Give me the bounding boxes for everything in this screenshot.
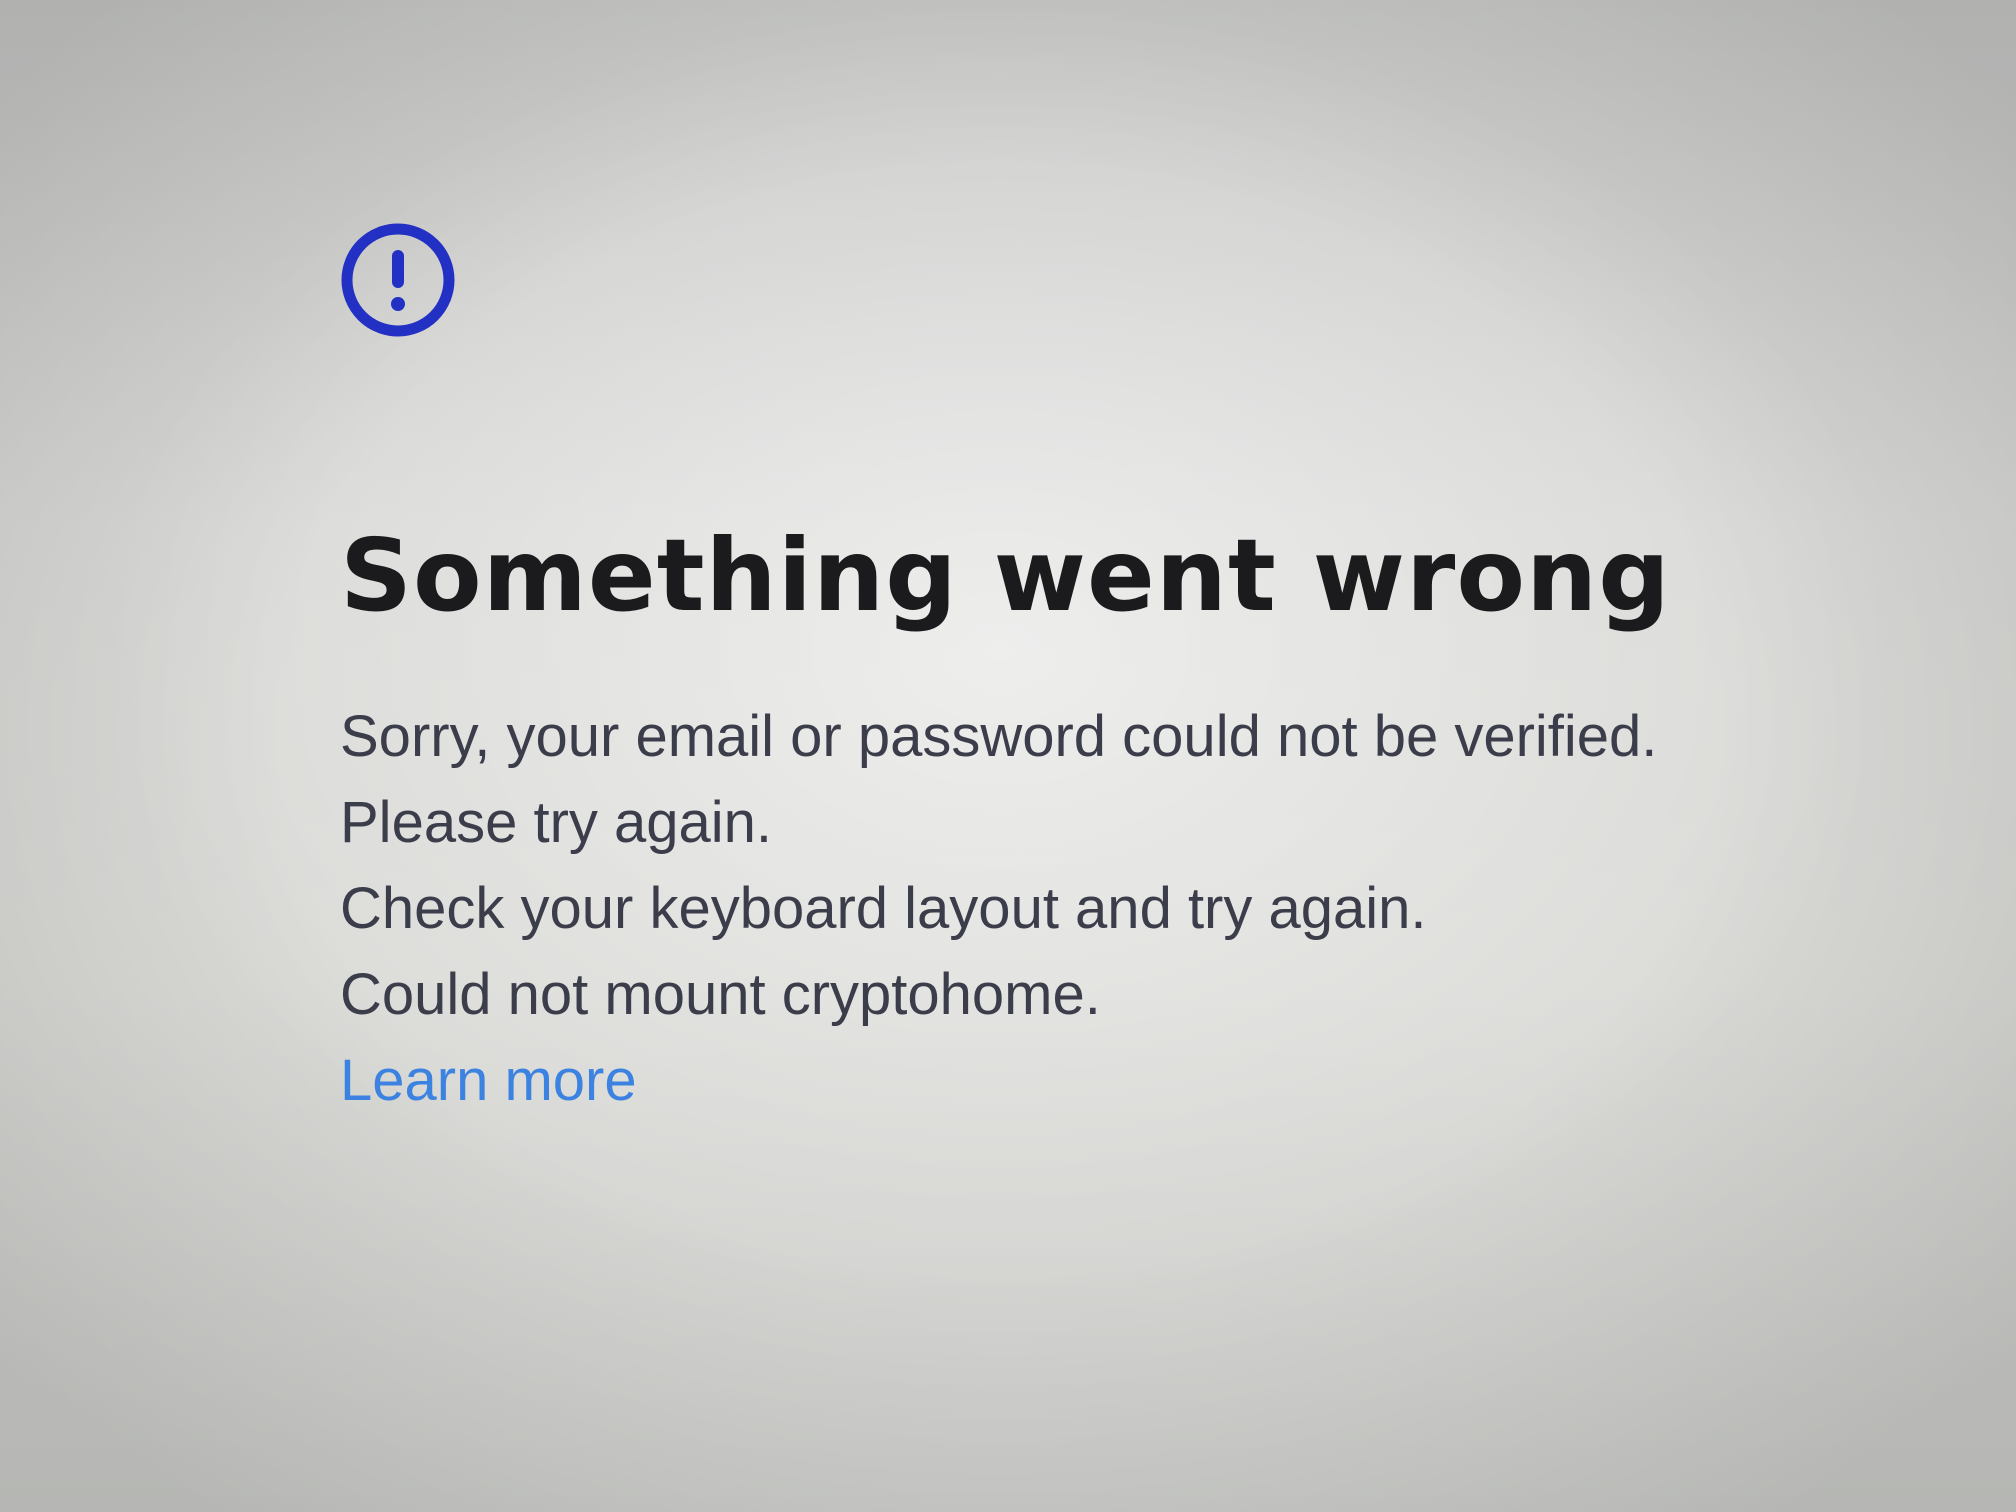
error-message-line: Please try again. — [340, 790, 773, 855]
error-message-line: Could not mount cryptohome. — [340, 962, 1101, 1027]
alert-circle-icon — [341, 223, 455, 337]
error-message-line: Check your keyboard layout and try again… — [340, 876, 1427, 941]
error-message: Sorry, your email or password could not … — [340, 694, 1740, 1038]
error-message-line: Sorry, your email or password could not … — [340, 704, 1658, 769]
error-title: Something went wrong — [340, 517, 1671, 634]
learn-more-link[interactable]: Learn more — [340, 1038, 637, 1124]
error-dialog: Something went wrong Sorry, your email o… — [340, 222, 1740, 1124]
